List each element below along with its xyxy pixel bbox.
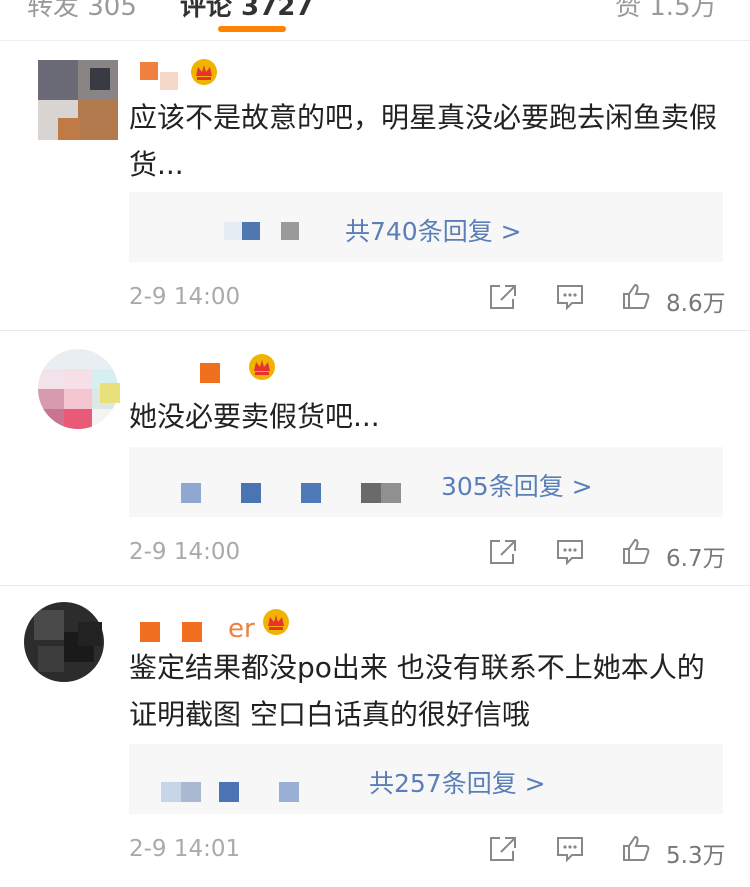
like-icon[interactable] — [621, 834, 651, 862]
comment-text: 她没必要卖假货吧... — [129, 400, 380, 433]
replies-count-link[interactable]: 共740条回复 > — [345, 212, 522, 248]
share-icon[interactable] — [488, 283, 518, 311]
vip-crown-icon — [249, 354, 275, 380]
avatar[interactable] — [38, 60, 118, 140]
avatar-overlay — [78, 622, 102, 646]
share-icon[interactable] — [488, 538, 518, 566]
like-icon[interactable] — [621, 282, 651, 310]
comment-time: 2-9 14:00 — [129, 539, 241, 565]
tab-likes[interactable]: 赞 1.5万 — [615, 0, 717, 23]
username[interactable] — [200, 363, 222, 391]
replies-box[interactable]: 共740条回复 > — [129, 192, 723, 262]
tab-reposts[interactable]: 转发 305 — [27, 0, 137, 23]
like-count: 5.3万 — [666, 843, 726, 869]
share-icon[interactable] — [488, 835, 518, 863]
comment-text: 应该不是故意的吧，明星真没必要跑去闲鱼卖假货... — [129, 101, 718, 181]
like-icon[interactable] — [621, 537, 651, 565]
comment-time: 2-9 14:01 — [129, 836, 241, 862]
replies-box[interactable]: 共257条回复 > — [129, 744, 723, 814]
comment-icon[interactable] — [555, 538, 585, 566]
like-count: 6.7万 — [666, 546, 726, 572]
like-count: 8.6万 — [666, 291, 726, 317]
comment-item: 她没必要卖假货吧... 305条回复 > 2-9 14:00 6.7万 — [0, 331, 750, 585]
replies-count-link[interactable]: 305条回复 > — [441, 467, 593, 503]
comment-icon[interactable] — [555, 835, 585, 863]
active-tab-indicator — [218, 26, 286, 32]
comment-tabs: 转发 305 评论 3727 赞 1.5万 — [0, 0, 750, 41]
vip-crown-icon — [191, 59, 217, 85]
comment-text: 鉴定结果都没po出来 也没有联系不上她本人的证明截图 空口白话真的很好信哦 — [129, 651, 705, 731]
comment-item: er 鉴定结果都没po出来 也没有联系不上她本人的证明截图 空口白话真的很好信哦… — [0, 586, 750, 887]
replies-count-link[interactable]: 共257条回复 > — [369, 764, 546, 800]
comment-icon[interactable] — [555, 283, 585, 311]
username-suffix: er — [228, 614, 255, 644]
tab-comments[interactable]: 评论 3727 — [180, 0, 313, 23]
comment-time: 2-9 14:00 — [129, 284, 241, 310]
replies-box[interactable]: 305条回复 > — [129, 447, 723, 517]
vip-crown-icon — [263, 609, 289, 635]
avatar-accent — [100, 383, 120, 403]
comment-item: 应该不是故意的吧，明星真没必要跑去闲鱼卖假货... 共740条回复 > 2-9 … — [0, 40, 750, 330]
